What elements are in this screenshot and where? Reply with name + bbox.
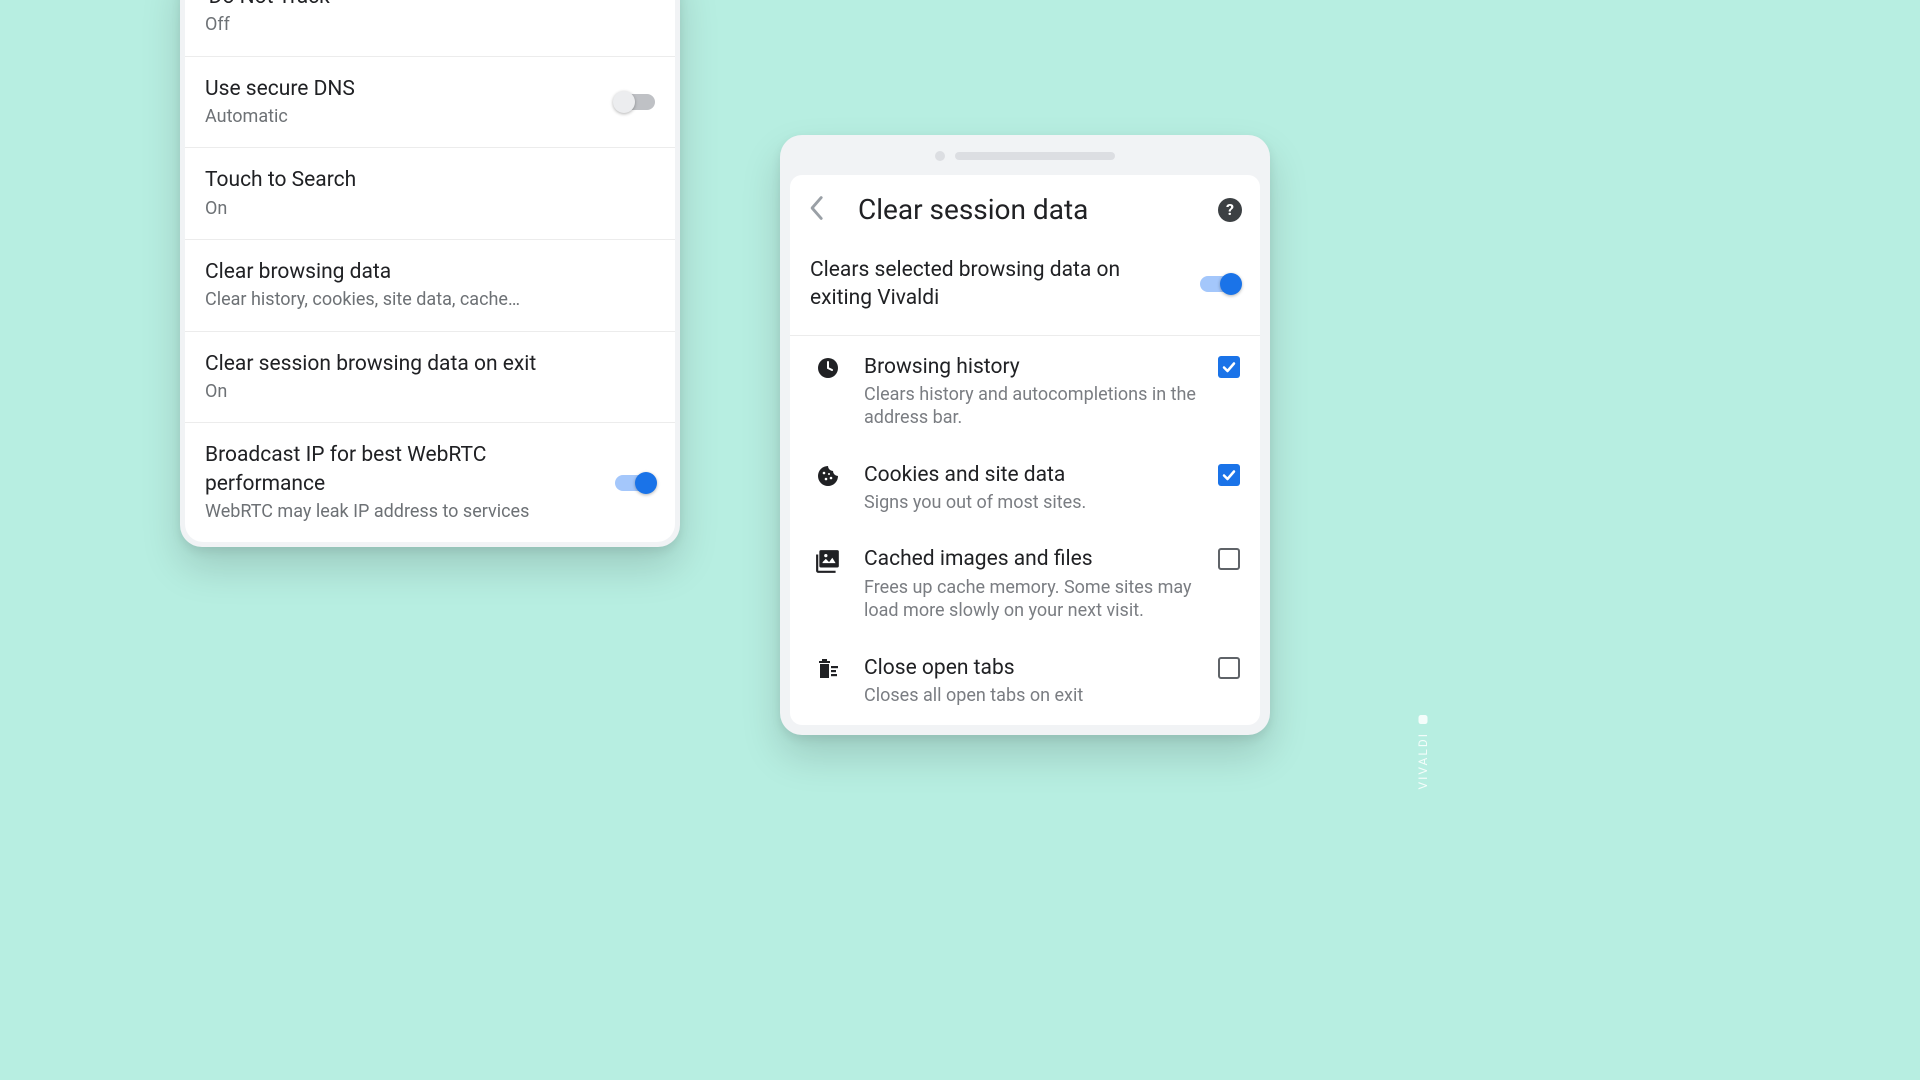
option-subtitle: Signs you out of most sites. <box>864 491 1200 514</box>
panel-header: Clear session data ? <box>790 175 1260 242</box>
setting-title: 'Do Not Track' <box>205 0 655 11</box>
setting-subtitle: Clear history, cookies, site data, cache… <box>205 288 655 312</box>
back-icon[interactable] <box>808 195 824 225</box>
setting-title: Use secure DNS <box>205 75 601 103</box>
option-subtitle: Frees up cache memory. Some sites may lo… <box>864 576 1200 623</box>
webrtc-toggle[interactable] <box>615 475 655 491</box>
setting-title: Broadcast IP for best WebRTC performance <box>205 441 601 498</box>
help-icon[interactable]: ? <box>1218 198 1242 222</box>
left-settings-panel: 'Do Not Track' Off Use secure DNS Automa… <box>180 0 680 547</box>
setting-touch-to-search[interactable]: Touch to Search On <box>185 148 675 240</box>
right-clear-session-panel: Clear session data ? Clears selected bro… <box>780 135 1270 735</box>
setting-clear-browsing-data[interactable]: Clear browsing data Clear history, cooki… <box>185 240 675 332</box>
close-tabs-checkbox[interactable] <box>1218 657 1240 679</box>
delete-icon <box>810 655 846 681</box>
phone-status-bar <box>780 151 1270 161</box>
image-icon <box>810 546 846 574</box>
option-cookies[interactable]: Cookies and site data Signs you out of m… <box>790 448 1260 533</box>
option-title: Cached images and files <box>864 546 1200 573</box>
option-close-tabs[interactable]: Close open tabs Closes all open tabs on … <box>790 641 1260 726</box>
option-browsing-history[interactable]: Browsing history Clears history and auto… <box>790 336 1260 448</box>
option-title: Browsing history <box>864 354 1200 381</box>
option-cached-images[interactable]: Cached images and files Frees up cache m… <box>790 532 1260 640</box>
clear-on-exit-toggle[interactable] <box>1200 276 1240 292</box>
secure-dns-toggle[interactable] <box>615 94 655 110</box>
cookies-checkbox[interactable] <box>1218 464 1240 486</box>
setting-broadcast-ip-webrtc[interactable]: Broadcast IP for best WebRTC performance… <box>185 423 675 542</box>
setting-secure-dns[interactable]: Use secure DNS Automatic <box>185 57 675 149</box>
browsing-history-checkbox[interactable] <box>1218 356 1240 378</box>
option-subtitle: Closes all open tabs on exit <box>864 684 1200 707</box>
setting-subtitle: On <box>205 380 655 404</box>
cookie-icon <box>810 462 846 488</box>
left-screen: 'Do Not Track' Off Use secure DNS Automa… <box>185 0 675 542</box>
setting-clear-session-on-exit[interactable]: Clear session browsing data on exit On <box>185 332 675 424</box>
cached-images-checkbox[interactable] <box>1218 548 1240 570</box>
setting-subtitle: On <box>205 197 655 221</box>
master-toggle-row[interactable]: Clears selected browsing data on exiting… <box>790 242 1260 336</box>
setting-subtitle: WebRTC may leak IP address to services <box>205 500 601 524</box>
setting-do-not-track[interactable]: 'Do Not Track' Off <box>185 0 675 57</box>
right-screen: Clear session data ? Clears selected bro… <box>790 175 1260 725</box>
setting-subtitle: Off <box>205 13 655 37</box>
setting-subtitle: Automatic <box>205 105 601 129</box>
option-title: Cookies and site data <box>864 462 1200 489</box>
option-subtitle: Clears history and autocompletions in th… <box>864 383 1200 430</box>
setting-title: Clear browsing data <box>205 258 655 286</box>
setting-title: Touch to Search <box>205 166 655 194</box>
vivaldi-watermark: VIVALDI <box>1416 714 1430 790</box>
master-toggle-label: Clears selected browsing data on exiting… <box>810 256 1180 313</box>
setting-title: Clear session browsing data on exit <box>205 350 655 378</box>
page-title: Clear session data <box>858 193 1218 226</box>
option-title: Close open tabs <box>864 655 1200 682</box>
history-icon <box>810 354 846 380</box>
